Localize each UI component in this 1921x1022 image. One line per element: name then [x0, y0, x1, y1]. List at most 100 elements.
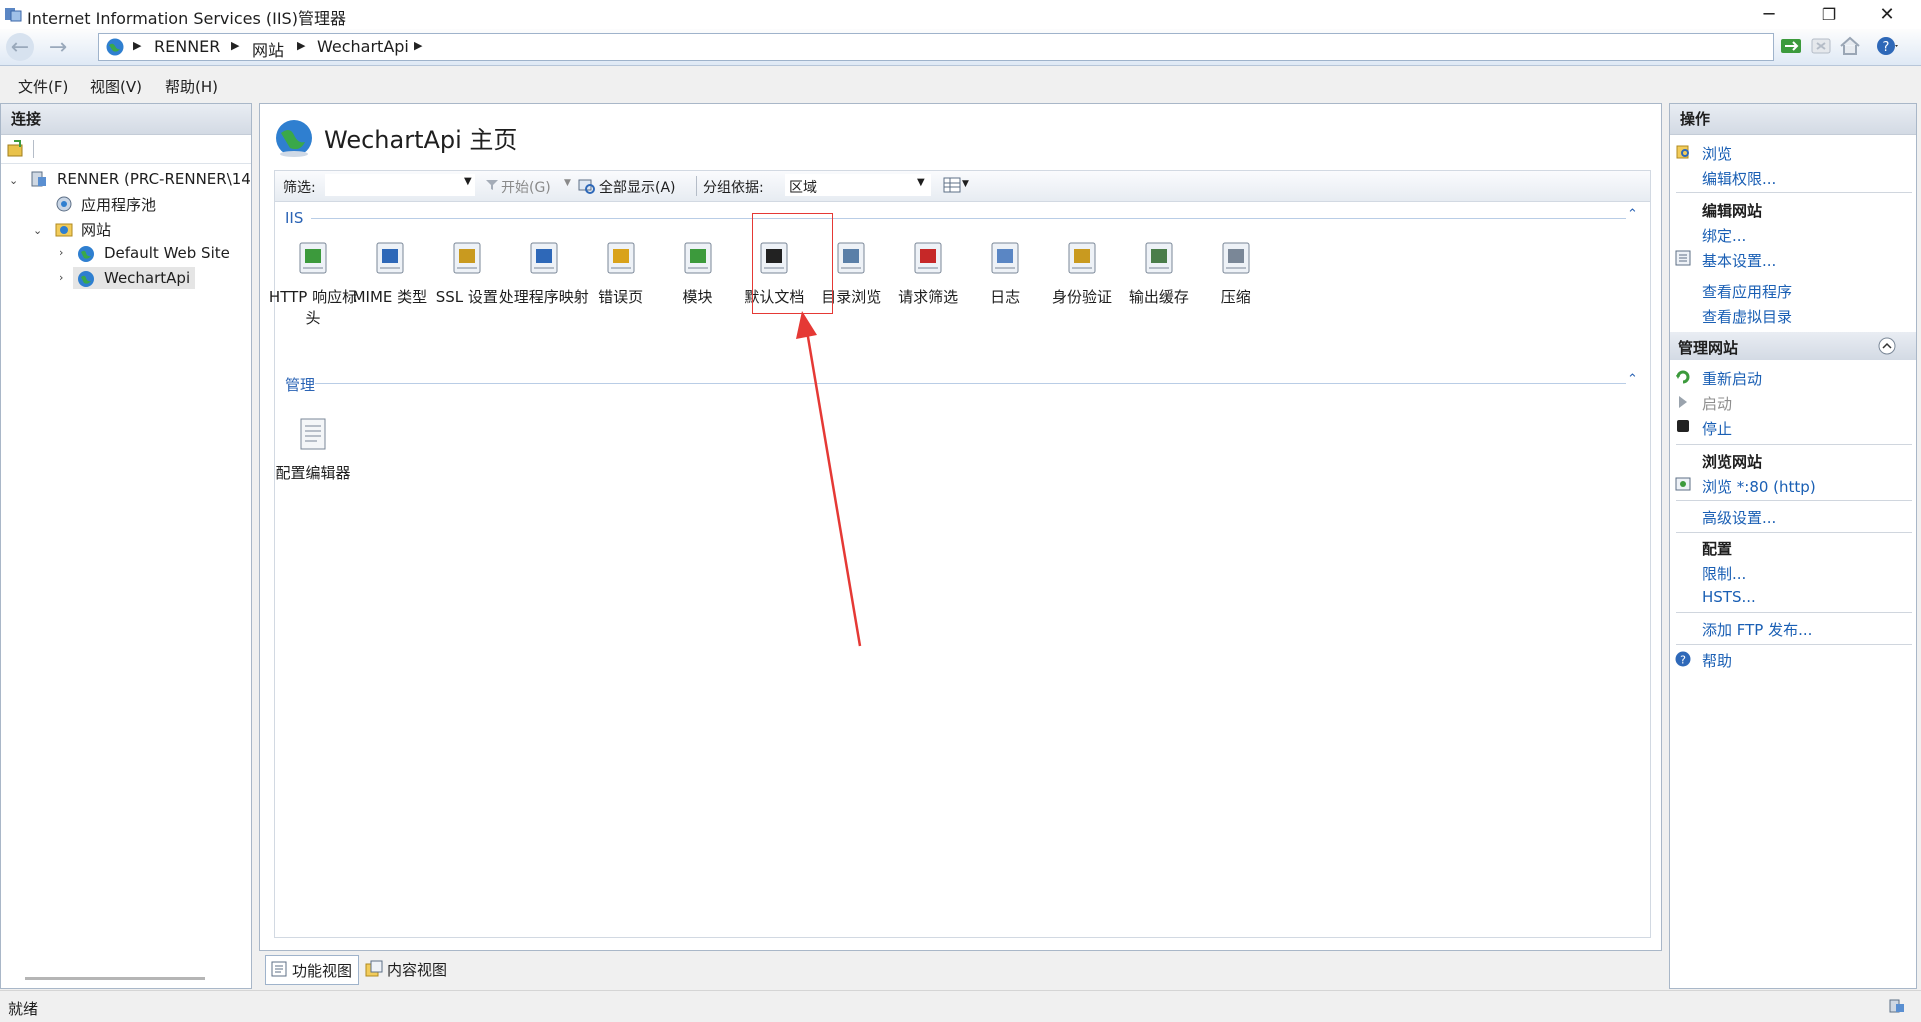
tab-label: 功能视图: [292, 962, 353, 980]
menu-help[interactable]: 帮助(H): [165, 76, 218, 97]
tree-item-default-site[interactable]: Default Web Site: [104, 244, 230, 262]
back-arrow-icon: ←: [10, 34, 30, 60]
action-stop[interactable]: 停止: [1702, 418, 1732, 439]
manage-site-header[interactable]: 管理网站: [1670, 332, 1916, 360]
globe-icon: [106, 38, 124, 56]
minimize-button[interactable]: ─: [1740, 0, 1798, 29]
action-view-applications[interactable]: 查看应用程序: [1702, 281, 1792, 302]
connect-icon[interactable]: [1779, 35, 1803, 57]
group-by-value: 区域: [789, 180, 817, 196]
action-divider: [1676, 444, 1912, 445]
expand-icon[interactable]: ›: [59, 271, 63, 284]
collapse-icon[interactable]: ⌄: [33, 224, 42, 237]
action-head-edit-site: 编辑网站: [1702, 202, 1763, 220]
action-bindings[interactable]: 绑定...: [1702, 225, 1746, 246]
restart-icon: [1676, 370, 1690, 384]
view-mode-dropdown-icon[interactable]: ▼: [962, 179, 969, 189]
compression-icon: [1214, 237, 1258, 281]
feature-config-editor[interactable]: 配置编辑器: [268, 413, 358, 484]
crumb-sites[interactable]: 网站: [252, 37, 284, 61]
app-pool-icon: [56, 196, 72, 212]
highlight-box: [752, 213, 833, 314]
crumb-separator-icon: ▶: [297, 39, 306, 52]
action-divider: [1676, 192, 1912, 193]
connect-to-server-icon[interactable]: [6, 139, 26, 159]
feature-compression[interactable]: 压缩: [1191, 237, 1281, 308]
svg-text:?: ?: [1680, 654, 1686, 667]
show-all-icon: [578, 179, 595, 194]
group-by-select[interactable]: 区域 ▼: [785, 174, 931, 196]
forward-button[interactable]: →: [44, 33, 72, 61]
stop-icon[interactable]: [1809, 35, 1833, 57]
config-editor-icon: [291, 413, 335, 457]
tab-features-view[interactable]: 功能视图: [265, 955, 359, 985]
directory-browsing-icon: [829, 237, 873, 281]
action-restart[interactable]: 重新启动: [1702, 368, 1762, 389]
tree-item-server[interactable]: RENNER (PRC-RENNER\14: [57, 170, 251, 188]
go-button[interactable]: 开始(G): [501, 177, 551, 197]
menu-file[interactable]: 文件(F): [18, 76, 68, 97]
collapse-group-icon[interactable]: ⌃: [1627, 372, 1638, 387]
tree-item-wechartapi[interactable]: WechartApi: [104, 269, 190, 287]
action-head-config: 配置: [1702, 540, 1733, 558]
action-hsts[interactable]: HSTS...: [1702, 588, 1756, 606]
action-limits[interactable]: 限制...: [1702, 563, 1746, 584]
authentication-icon: [1060, 237, 1104, 281]
action-head-manage-site: 管理网站: [1678, 339, 1739, 357]
title-bar: Internet Information Services (IIS)管理器 ─…: [0, 0, 1921, 29]
action-advanced-settings[interactable]: 高级设置...: [1702, 507, 1776, 528]
horizontal-scrollbar[interactable]: [25, 977, 205, 980]
action-basic-settings[interactable]: 基本设置...: [1702, 250, 1776, 271]
ssl-settings-icon: [445, 237, 489, 281]
help-icon: ?: [1675, 651, 1691, 667]
action-head-browse-site: 浏览网站: [1702, 453, 1763, 471]
dropdown-arrow-icon: ▼: [917, 177, 925, 188]
network-status-icon: [1889, 999, 1904, 1013]
action-browse[interactable]: 浏览: [1702, 143, 1732, 164]
collapse-section-icon[interactable]: [1878, 337, 1896, 355]
actions-pane: 操作 浏览 编辑权限... 编辑网站 绑定... 基本设置... 查看应用程序 …: [1669, 103, 1917, 989]
features-pane: WechartApi 主页 筛选: ▼ 开始(G) ▼ 全部显示(A) 分组依据…: [259, 103, 1662, 951]
action-add-ftp[interactable]: 添加 FTP 发布...: [1702, 619, 1812, 640]
crumb-separator-icon: ▶: [414, 39, 423, 52]
tab-content-view[interactable]: 内容视图: [362, 955, 462, 983]
annotation-arrow-icon: [796, 311, 862, 647]
action-start[interactable]: 启动: [1702, 393, 1732, 414]
back-button[interactable]: ←: [6, 33, 34, 61]
help-icon[interactable]: ?: [1875, 35, 1899, 57]
crumb-server[interactable]: RENNER: [154, 37, 220, 56]
group-divider: [311, 218, 1626, 219]
dropdown-arrow-icon[interactable]: ▼: [464, 176, 472, 187]
collapse-group-icon[interactable]: ⌃: [1627, 207, 1638, 222]
tab-label: 内容视图: [387, 961, 448, 979]
crumb-site[interactable]: WechartApi: [317, 37, 409, 56]
collapse-icon[interactable]: ⌄: [9, 174, 18, 187]
forward-arrow-icon: →: [48, 34, 68, 60]
show-all-button[interactable]: 全部显示(A): [599, 177, 676, 197]
action-browse-port-80[interactable]: 浏览 *:80 (http): [1702, 476, 1816, 497]
filter-input[interactable]: [325, 174, 475, 196]
action-edit-permissions[interactable]: 编辑权限...: [1702, 168, 1776, 189]
tree-item-sites[interactable]: 网站: [81, 219, 111, 240]
menu-view[interactable]: 视图(V): [90, 76, 142, 97]
restore-button[interactable]: ❐: [1800, 0, 1858, 29]
sites-folder-icon: [55, 223, 73, 237]
actions-title: 操作: [1670, 104, 1916, 135]
group-divider: [315, 383, 1626, 384]
feature-label: 压缩: [1220, 288, 1251, 306]
expand-icon[interactable]: ›: [59, 246, 63, 259]
action-view-virtual-dirs[interactable]: 查看虚拟目录: [1702, 306, 1792, 327]
home-icon[interactable]: [1838, 35, 1862, 57]
http-response-headers-icon: [291, 237, 335, 281]
address-bar[interactable]: ▶ RENNER ▶ 网站 ▶ WechartApi ▶: [98, 33, 1774, 61]
close-button[interactable]: ✕: [1858, 0, 1916, 29]
mime-types-icon: [368, 237, 412, 281]
feature-label: MIME 类型: [352, 288, 428, 306]
page-title: WechartApi 主页: [324, 126, 518, 154]
tree-item-app-pools[interactable]: 应用程序池: [81, 194, 156, 215]
crumb-separator-icon: ▶: [231, 39, 240, 52]
action-help[interactable]: 帮助: [1702, 650, 1732, 671]
go-dropdown-icon[interactable]: ▼: [564, 178, 571, 188]
group-header-iis: IIS: [285, 209, 304, 227]
view-mode-icon[interactable]: [943, 177, 961, 193]
